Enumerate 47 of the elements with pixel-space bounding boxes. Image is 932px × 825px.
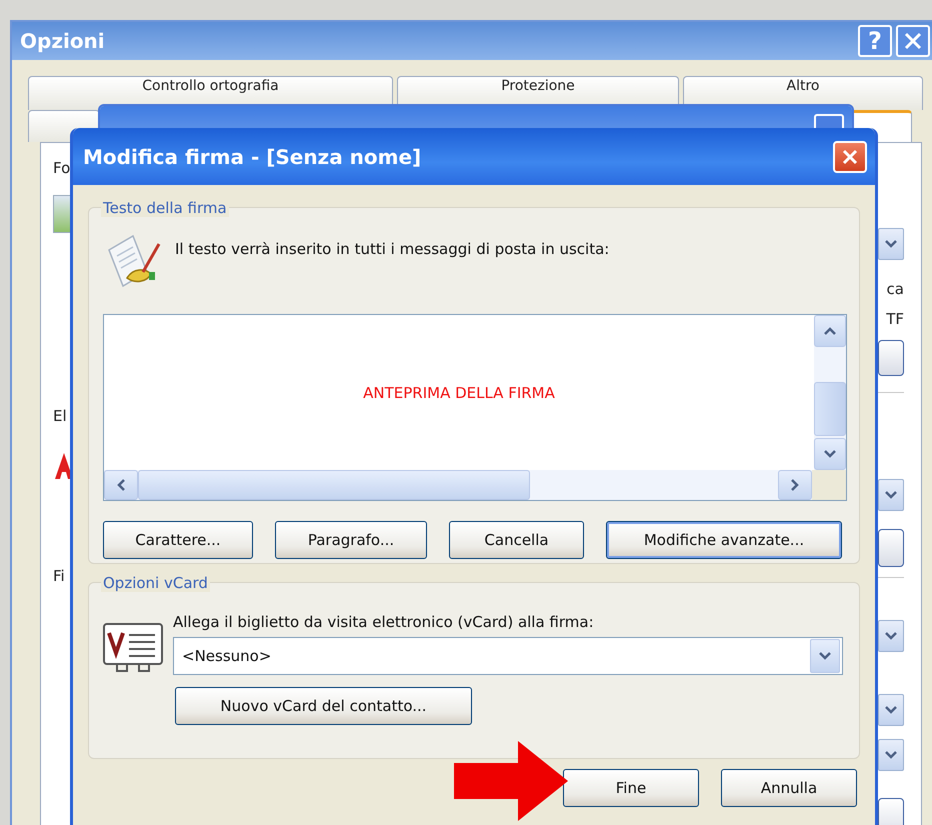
- dropdown[interactable]: [878, 228, 904, 260]
- close-icon: [903, 31, 923, 51]
- group-title: Testo della firma: [101, 199, 229, 217]
- chevron-right-icon: [791, 479, 799, 491]
- dialog-button[interactable]: Paragrafo...: [275, 521, 427, 559]
- dialog-button[interactable]: Carattere...: [103, 521, 253, 559]
- dialog-title: Modifica firma - [Senza nome]: [83, 144, 422, 168]
- section-label: Fo: [53, 159, 70, 177]
- dropdown[interactable]: [878, 479, 904, 511]
- signature-editor[interactable]: ANTEPRIMA DELLA FIRMA: [103, 314, 847, 501]
- vcard-dropdown[interactable]: <Nessuno>: [173, 637, 843, 675]
- close-button[interactable]: [833, 140, 867, 172]
- option-label: ca: [886, 279, 904, 300]
- section-label: El: [53, 407, 67, 425]
- arrow-icon: [454, 741, 568, 821]
- vertical-scrollbar[interactable]: [814, 315, 846, 470]
- scrollbar-corner: [812, 470, 846, 500]
- close-button[interactable]: [896, 25, 930, 57]
- instruction-text: Il testo verrà inserito in tutti i messaggi di posta in uscita:: [175, 240, 610, 258]
- option-label: TF: [886, 309, 904, 330]
- scroll-thumb[interactable]: [138, 470, 530, 500]
- dialog-button[interactable]: Cancella: [449, 521, 584, 559]
- dropdown[interactable]: [878, 739, 904, 771]
- scroll-down-button[interactable]: [814, 438, 846, 470]
- button[interactable]: [878, 529, 904, 567]
- section-label: Fi: [53, 567, 65, 585]
- scroll-left-button[interactable]: [104, 470, 138, 500]
- dialog-button[interactable]: Fine: [563, 769, 699, 807]
- chevron-left-icon: [117, 479, 125, 491]
- chevron-down-icon: [824, 450, 836, 458]
- horizontal-scrollbar[interactable]: [104, 470, 846, 500]
- dropdown[interactable]: [878, 620, 904, 652]
- dialog-button[interactable]: Modifiche avanzate...: [606, 521, 842, 559]
- window-title: Opzioni: [20, 29, 105, 53]
- scroll-up-button[interactable]: [814, 315, 846, 347]
- chevron-up-icon: [824, 327, 836, 335]
- vcard-icon: [103, 623, 163, 673]
- group-title: Opzioni vCard: [101, 574, 210, 592]
- new-vcard-button[interactable]: Nuovo vCard del contatto...: [175, 687, 472, 725]
- signature-preview: ANTEPRIMA DELLA FIRMA: [363, 384, 555, 402]
- button[interactable]: [878, 340, 904, 376]
- vcard-label: Allega il biglietto da visita elettronico (vCard) alla firma:: [173, 613, 595, 631]
- dropdown[interactable]: [878, 694, 904, 726]
- close-icon: [841, 148, 859, 166]
- dialog-button[interactable]: Annulla: [721, 769, 857, 807]
- scroll-thumb[interactable]: [814, 382, 846, 436]
- scroll-right-button[interactable]: [778, 470, 812, 500]
